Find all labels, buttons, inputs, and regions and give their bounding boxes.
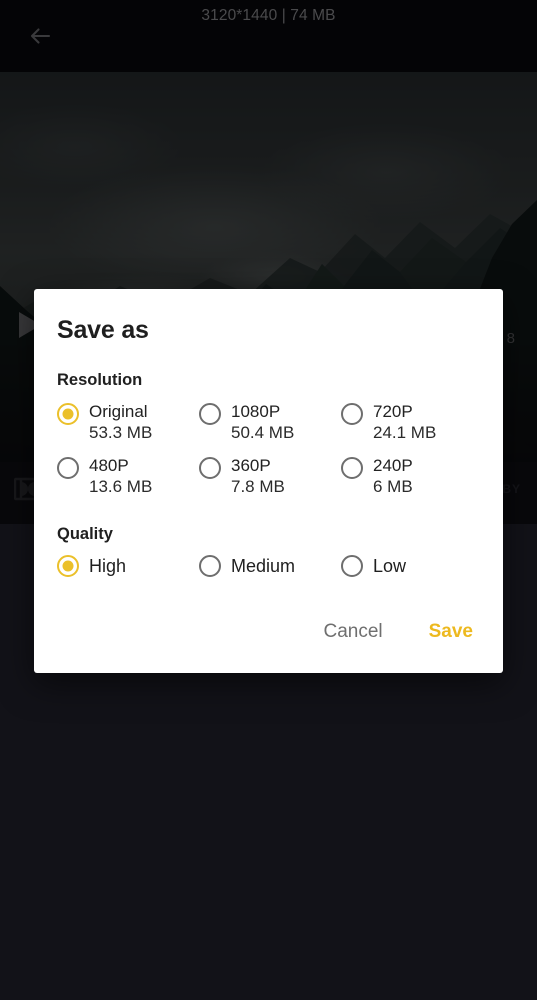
radio-size: 50.4 MB [231,423,295,442]
radio-option-original[interactable]: Original 53.3 MB [57,401,199,443]
radio-option-texts: 1080P 50.4 MB [231,401,294,443]
radio-option-texts: Original 53.3 MB [89,401,152,443]
radio-option-texts: 240P 6 MB [373,455,413,497]
radio-label: Low [373,555,407,576]
radio-mark-icon [341,457,363,479]
radio-label: 1080P [231,402,281,421]
radio-mark-icon [57,555,79,577]
radio-mark-icon [57,457,79,479]
radio-option-texts: 720P 24.1 MB [373,401,436,443]
radio-mark-icon [341,555,363,577]
resolution-section-label: Resolution [57,371,143,389]
resolution-radio-group: Original 53.3 MB 1080P 50.4 MB 720P 24.1… [57,401,480,497]
radio-mark-icon [199,457,221,479]
radio-label: Original [89,402,148,421]
radio-mark-icon [57,403,79,425]
radio-mark-icon [199,403,221,425]
radio-option-low[interactable]: Low [341,555,483,577]
radio-option-texts: 480P 13.6 MB [89,455,152,497]
radio-mark-icon [341,403,363,425]
dialog-title: Save as [57,316,149,344]
radio-label: Medium [231,555,296,576]
radio-label: 360P [231,456,271,475]
radio-size: 13.6 MB [89,477,153,496]
app-screen: 8 DBY 3120*1440 | 74 MB Save as [0,0,537,1000]
save-as-dialog: Save as Resolution Original 53.3 MB 1080… [34,289,503,673]
radio-label: 720P [373,402,413,421]
radio-option-medium[interactable]: Medium [199,555,341,577]
cancel-button[interactable]: Cancel [321,617,384,647]
quality-section-label: Quality [57,525,113,543]
dialog-actions: Cancel Save [34,591,503,673]
radio-option-480p[interactable]: 480P 13.6 MB [57,455,199,497]
radio-size: 24.1 MB [373,423,437,442]
radio-size: 7.8 MB [231,477,285,496]
radio-size: 6 MB [373,477,413,496]
radio-size: 53.3 MB [89,423,153,442]
quality-section: Quality High Medium Low [57,523,480,577]
radio-option-texts: 360P 7.8 MB [231,455,285,497]
radio-mark-icon [199,555,221,577]
radio-option-360p[interactable]: 360P 7.8 MB [199,455,341,497]
radio-option-720p[interactable]: 720P 24.1 MB [341,401,483,443]
radio-option-1080p[interactable]: 1080P 50.4 MB [199,401,341,443]
radio-label: High [89,555,127,576]
radio-label: 240P [373,456,413,475]
radio-option-240p[interactable]: 240P 6 MB [341,455,483,497]
save-button[interactable]: Save [427,617,475,647]
radio-label: 480P [89,456,129,475]
radio-option-high[interactable]: High [57,555,199,577]
quality-radio-group: High Medium Low [57,555,480,577]
